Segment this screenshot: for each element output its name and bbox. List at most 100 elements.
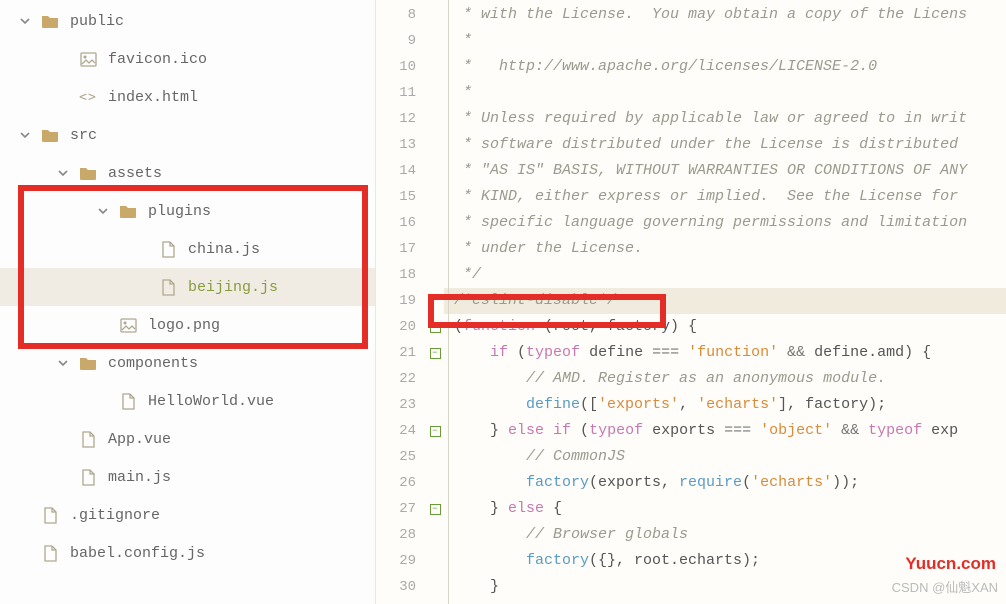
chevron-icon[interactable]: [96, 206, 110, 216]
line-number: 14: [376, 158, 416, 184]
tree-label: index.html: [108, 89, 198, 106]
file-explorer: public favicon.ico <> index.html src assets pl…: [0, 0, 376, 604]
tree-label: src: [70, 127, 97, 144]
code-line[interactable]: /*eslint-disable*/: [448, 288, 1006, 314]
tree-label: logo.png: [148, 317, 220, 334]
line-number: 30: [376, 574, 416, 600]
tree-item-HelloWorld-vue[interactable]: HelloWorld.vue: [0, 382, 375, 420]
code-line[interactable]: if (typeof define === 'function' && defi…: [448, 340, 1006, 366]
fold-toggle-icon[interactable]: −: [430, 504, 441, 515]
line-gutter: 8910111213141516171819202122232425262728…: [376, 0, 426, 604]
code-line[interactable]: factory(exports, require('echarts'));: [448, 470, 1006, 496]
file-icon: [40, 543, 60, 563]
tree-label: beijing.js: [188, 279, 278, 296]
line-number: 29: [376, 548, 416, 574]
code-line[interactable]: * http://www.apache.org/licenses/LICENSE…: [448, 54, 1006, 80]
code-line[interactable]: *: [448, 28, 1006, 54]
tree-item-public[interactable]: public: [0, 2, 375, 40]
image-icon: [78, 49, 98, 69]
line-number: 16: [376, 210, 416, 236]
tree-item--gitignore[interactable]: .gitignore: [0, 496, 375, 534]
tree-label: assets: [108, 165, 162, 182]
tree-label: components: [108, 355, 198, 372]
code-line[interactable]: * Unless required by applicable law or a…: [448, 106, 1006, 132]
tree-item-App-vue[interactable]: App.vue: [0, 420, 375, 458]
file-icon: [118, 391, 138, 411]
line-number: 24: [376, 418, 416, 444]
file-icon: [78, 467, 98, 487]
code-line[interactable]: * software distributed under the License…: [448, 132, 1006, 158]
code-line[interactable]: * KIND, either express or implied. See t…: [448, 184, 1006, 210]
tree-item-babel-config-js[interactable]: babel.config.js: [0, 534, 375, 572]
code-line[interactable]: } else {: [448, 496, 1006, 522]
chevron-icon[interactable]: [18, 130, 32, 140]
line-number: 25: [376, 444, 416, 470]
fold-toggle-icon[interactable]: −: [430, 426, 441, 437]
line-number: 27: [376, 496, 416, 522]
line-number: 23: [376, 392, 416, 418]
file-icon: [158, 277, 178, 297]
code-line[interactable]: *: [448, 80, 1006, 106]
tree-label: App.vue: [108, 431, 171, 448]
tree-label: main.js: [108, 469, 171, 486]
code-editor[interactable]: 8910111213141516171819202122232425262728…: [376, 0, 1006, 604]
line-number: 20: [376, 314, 416, 340]
chevron-icon[interactable]: [18, 16, 32, 26]
line-number: 21: [376, 340, 416, 366]
line-number: 22: [376, 366, 416, 392]
code-line[interactable]: define(['exports', 'echarts'], factory);: [448, 392, 1006, 418]
fold-toggle-icon[interactable]: −: [430, 348, 441, 359]
line-number: 12: [376, 106, 416, 132]
chevron-icon[interactable]: [56, 168, 70, 178]
line-number: 11: [376, 80, 416, 106]
tree-label: china.js: [188, 241, 260, 258]
fold-column: − − − −: [426, 0, 444, 604]
tree-label: favicon.ico: [108, 51, 207, 68]
tree-item-index-html[interactable]: <> index.html: [0, 78, 375, 116]
watermark-csdn: CSDN @仙魁XAN: [892, 577, 998, 596]
code-line[interactable]: * with the License. You may obtain a cop…: [448, 2, 1006, 28]
fold-toggle-icon[interactable]: −: [430, 322, 441, 333]
tree-label: babel.config.js: [70, 545, 205, 562]
file-icon: [158, 239, 178, 259]
tree-item-beijing-js[interactable]: beijing.js: [0, 268, 375, 306]
code-line[interactable]: * specific language governing permission…: [448, 210, 1006, 236]
line-number: 15: [376, 184, 416, 210]
tree-item-main-js[interactable]: main.js: [0, 458, 375, 496]
code-line[interactable]: (function (root, factory) {: [448, 314, 1006, 340]
tree-item-components[interactable]: components: [0, 344, 375, 382]
line-number: 17: [376, 236, 416, 262]
line-number: 19: [376, 288, 416, 314]
tree-item-plugins[interactable]: plugins: [0, 192, 375, 230]
tree-label: plugins: [148, 203, 211, 220]
line-number: 26: [376, 470, 416, 496]
code-line[interactable]: * under the License.: [448, 236, 1006, 262]
folder-icon: [78, 353, 98, 373]
line-number: 28: [376, 522, 416, 548]
tree-label: public: [70, 13, 124, 30]
tree-label: .gitignore: [70, 507, 160, 524]
code-line[interactable]: } else if (typeof exports === 'object' &…: [448, 418, 1006, 444]
code-line[interactable]: // CommonJS: [448, 444, 1006, 470]
image-icon: [118, 315, 138, 335]
tree-label: HelloWorld.vue: [148, 393, 274, 410]
line-number: 18: [376, 262, 416, 288]
file-icon: [78, 429, 98, 449]
line-number: 10: [376, 54, 416, 80]
watermark-yuucn: Yuucn.com: [905, 554, 996, 574]
tree-item-favicon-ico[interactable]: favicon.ico: [0, 40, 375, 78]
tree-item-china-js[interactable]: china.js: [0, 230, 375, 268]
tree-item-src[interactable]: src: [0, 116, 375, 154]
code-line[interactable]: // Browser globals: [448, 522, 1006, 548]
chevron-icon[interactable]: [56, 358, 70, 368]
tree-item-assets[interactable]: assets: [0, 154, 375, 192]
code-icon: <>: [78, 87, 98, 107]
code-area[interactable]: * with the License. You may obtain a cop…: [444, 0, 1006, 604]
line-number: 9: [376, 28, 416, 54]
code-line[interactable]: */: [448, 262, 1006, 288]
code-line[interactable]: * "AS IS" BASIS, WITHOUT WARRANTIES OR C…: [448, 158, 1006, 184]
tree-item-logo-png[interactable]: logo.png: [0, 306, 375, 344]
code-line[interactable]: // AMD. Register as an anonymous module.: [448, 366, 1006, 392]
file-icon: [40, 505, 60, 525]
folder-icon: [40, 125, 60, 145]
